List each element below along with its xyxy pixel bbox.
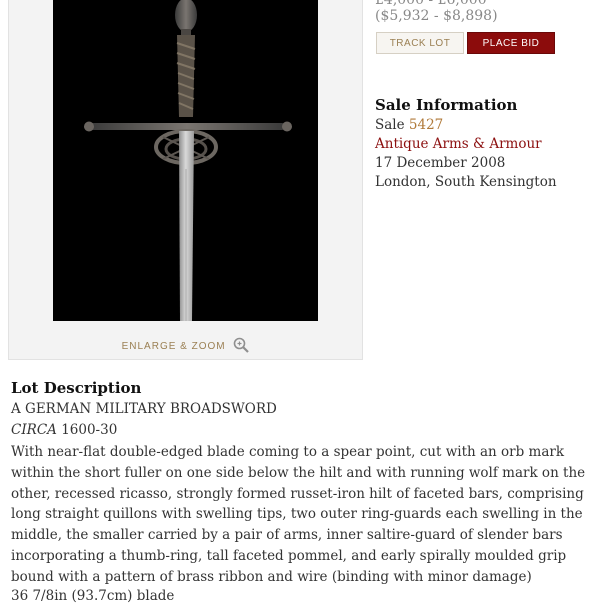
lot-description-text: With near-flat double-edged blade coming… — [11, 444, 586, 585]
track-lot-button[interactable]: TRACK LOT — [376, 32, 464, 54]
lot-date-line: CIRCA 1600-30 — [11, 422, 117, 438]
lot-date-range: 1600-30 — [61, 422, 118, 438]
circa-label: CIRCA — [11, 422, 57, 438]
sword-photo[interactable] — [53, 0, 318, 321]
enlarge-zoom-link[interactable]: ENLARGE & ZOOM — [9, 337, 362, 356]
sale-name-line: Antique Arms & Armour — [375, 136, 542, 152]
place-bid-button[interactable]: PLACE BID — [467, 32, 555, 54]
lot-dimensions: 36 7/8in (93.7cm) blade — [11, 588, 175, 604]
lot-image-panel: ENLARGE & ZOOM — [8, 0, 363, 360]
sale-date: 17 December 2008 — [375, 155, 506, 171]
sale-location: London, South Kensington — [375, 174, 557, 190]
magnifier-icon — [233, 337, 250, 356]
sale-prefix: Sale — [375, 117, 405, 133]
sale-name-link[interactable]: Antique Arms & Armour — [375, 136, 542, 152]
estimate-usd: ($5,932 - $8,898) — [375, 8, 498, 24]
enlarge-zoom-label: ENLARGE & ZOOM — [121, 341, 226, 353]
sword-image — [84, 0, 292, 321]
estimate-gbp: £4,000 - £6,000 — [375, 0, 487, 8]
sale-number-line: Sale 5427 — [375, 117, 443, 133]
lot-name: A GERMAN MILITARY BROADSWORD — [11, 401, 277, 417]
sale-information-heading: Sale Information — [375, 96, 518, 114]
lot-description-heading: Lot Description — [11, 379, 142, 397]
sale-number-link[interactable]: 5427 — [409, 117, 443, 133]
